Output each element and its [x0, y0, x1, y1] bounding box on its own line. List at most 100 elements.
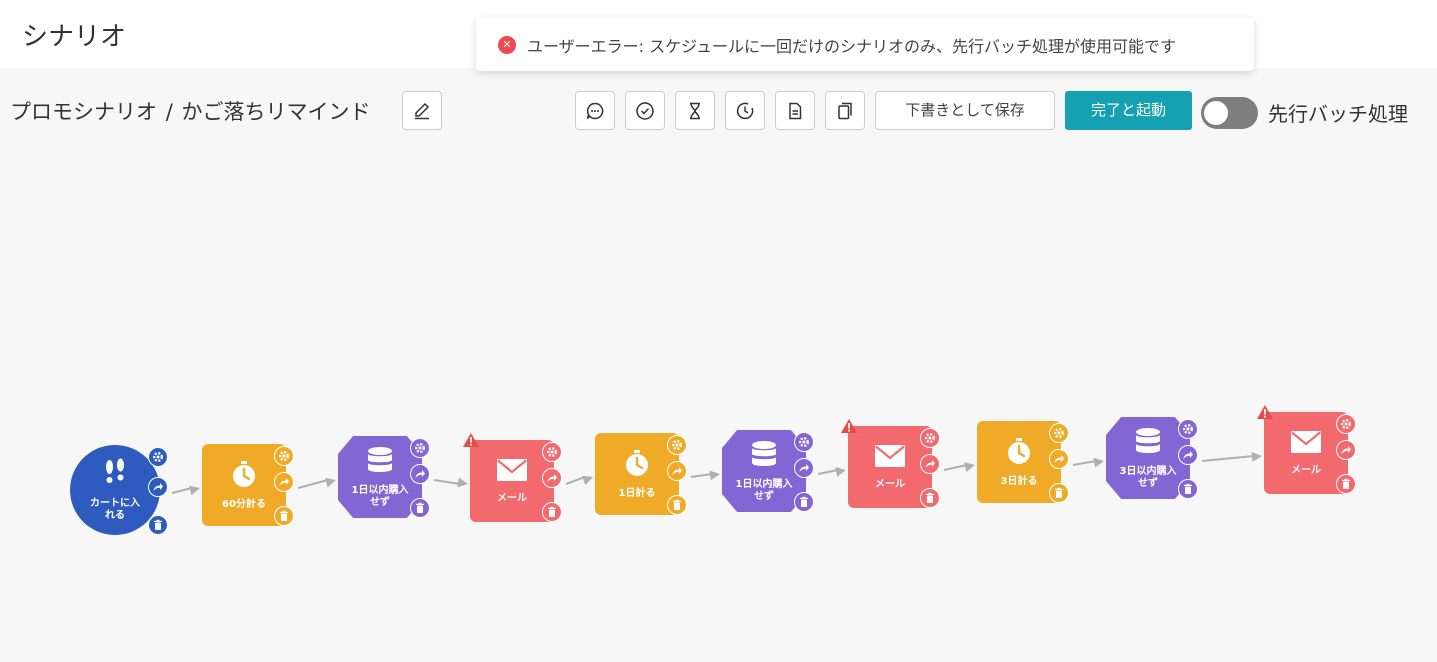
gear-icon	[924, 432, 936, 444]
warning-icon	[462, 432, 480, 448]
connector-arrowhead	[709, 470, 720, 481]
envelope-icon	[496, 457, 528, 493]
share-arrow-icon	[1182, 449, 1194, 461]
flow-node-condition[interactable]: 1日以内購入 せず	[338, 436, 442, 526]
trash-icon	[798, 496, 810, 508]
gear-icon	[1053, 427, 1065, 439]
database-icon	[749, 439, 779, 479]
connector-arrowhead	[964, 462, 975, 473]
connector-arrowhead	[581, 475, 593, 486]
share-arrow-icon	[414, 468, 426, 480]
node-connect-button[interactable]	[410, 464, 430, 484]
node-connect-button[interactable]	[1178, 445, 1198, 465]
connector-arrowhead	[189, 485, 200, 496]
node-settings-button[interactable]	[1049, 423, 1069, 443]
node-delete-button[interactable]	[794, 492, 814, 512]
connector-arrowhead	[457, 477, 468, 488]
share-arrow-icon	[1053, 453, 1065, 465]
node-settings-button[interactable]	[794, 432, 814, 452]
share-arrow-icon	[546, 472, 558, 484]
share-arrow-icon	[924, 458, 936, 470]
warning-icon	[1256, 404, 1274, 420]
gear-icon	[152, 451, 164, 463]
node-settings-button[interactable]	[274, 446, 294, 466]
connector-arrowhead	[325, 477, 336, 488]
gear-icon	[414, 442, 426, 454]
node-delete-button[interactable]	[920, 488, 940, 508]
share-arrow-icon	[671, 465, 683, 477]
node-connect-button[interactable]	[667, 461, 687, 481]
node-connect-button[interactable]	[920, 454, 940, 474]
trash-icon	[1340, 478, 1352, 490]
node-settings-button[interactable]	[148, 447, 168, 467]
connector-arrowhead	[835, 467, 846, 477]
flow-node-mail[interactable]: メール	[1257, 405, 1368, 502]
flow-node-mail[interactable]: メール	[463, 433, 574, 530]
node-connect-button[interactable]	[1049, 449, 1069, 469]
flow-node-wait[interactable]: 60分計る	[202, 444, 306, 534]
trash-icon	[278, 510, 290, 522]
node-delete-button[interactable]	[1049, 483, 1069, 503]
flow-node-condition[interactable]: 1日以内購入 せず	[722, 430, 826, 520]
node-body[interactable]: カートに入 れる	[70, 445, 160, 535]
node-label: 60分計る	[222, 499, 266, 510]
node-connect-button[interactable]	[794, 458, 814, 478]
share-arrow-icon	[278, 476, 290, 488]
node-settings-button[interactable]	[1336, 414, 1356, 434]
flow-node-condition[interactable]: 3日以内購入 せず	[1106, 417, 1210, 507]
flow-node-mail[interactable]: メール	[841, 419, 952, 516]
node-label: カートに入 れる	[90, 498, 140, 521]
envelope-icon	[1290, 429, 1322, 465]
node-label: 1日以内購入 せず	[351, 485, 409, 508]
trash-icon	[671, 499, 683, 511]
footprints-icon	[100, 458, 130, 498]
trash-icon	[546, 506, 558, 518]
node-connect-button[interactable]	[1336, 440, 1356, 460]
gear-icon	[798, 436, 810, 448]
node-settings-button[interactable]	[410, 438, 430, 458]
node-connect-button[interactable]	[542, 468, 562, 488]
node-label: メール	[1291, 465, 1321, 476]
stopwatch-icon	[1004, 436, 1034, 476]
node-label: メール	[497, 493, 527, 504]
node-delete-button[interactable]	[1178, 479, 1198, 499]
node-delete-button[interactable]	[542, 502, 562, 522]
node-settings-button[interactable]	[667, 435, 687, 455]
flow-node-wait[interactable]: 3日計る	[977, 421, 1081, 511]
flow-node-wait[interactable]: 1日計る	[595, 433, 699, 523]
gear-icon	[546, 446, 558, 458]
node-label: 3日計る	[1000, 476, 1038, 487]
node-delete-button[interactable]	[274, 506, 294, 526]
stopwatch-icon	[229, 459, 259, 499]
trash-icon	[152, 519, 164, 531]
trash-icon	[1182, 483, 1194, 495]
envelope-icon	[874, 443, 906, 479]
node-delete-button[interactable]	[148, 515, 168, 535]
node-settings-button[interactable]	[1178, 419, 1198, 439]
gear-icon	[671, 439, 683, 451]
trash-icon	[1053, 487, 1065, 499]
flow-node-trigger[interactable]: カートに入 れる	[70, 445, 180, 543]
trash-icon	[414, 502, 426, 514]
connector-arrowhead	[1093, 457, 1104, 468]
flow-connectors	[171, 451, 1262, 496]
node-label: メール	[875, 479, 905, 490]
share-arrow-icon	[1340, 444, 1352, 456]
connector-arrowhead	[1251, 451, 1262, 462]
node-label: 1日以内購入 せず	[735, 479, 793, 502]
database-icon	[1133, 426, 1163, 466]
node-connect-button[interactable]	[274, 472, 294, 492]
node-label: 1日計る	[618, 488, 656, 499]
stopwatch-icon	[622, 448, 652, 488]
gear-icon	[1340, 418, 1352, 430]
node-settings-button[interactable]	[920, 428, 940, 448]
node-delete-button[interactable]	[410, 498, 430, 518]
node-settings-button[interactable]	[542, 442, 562, 462]
warning-icon	[840, 418, 858, 434]
node-connect-button[interactable]	[148, 477, 168, 497]
node-delete-button[interactable]	[667, 495, 687, 515]
node-delete-button[interactable]	[1336, 474, 1356, 494]
trash-icon	[924, 492, 936, 504]
gear-icon	[1182, 423, 1194, 435]
gear-icon	[278, 450, 290, 462]
